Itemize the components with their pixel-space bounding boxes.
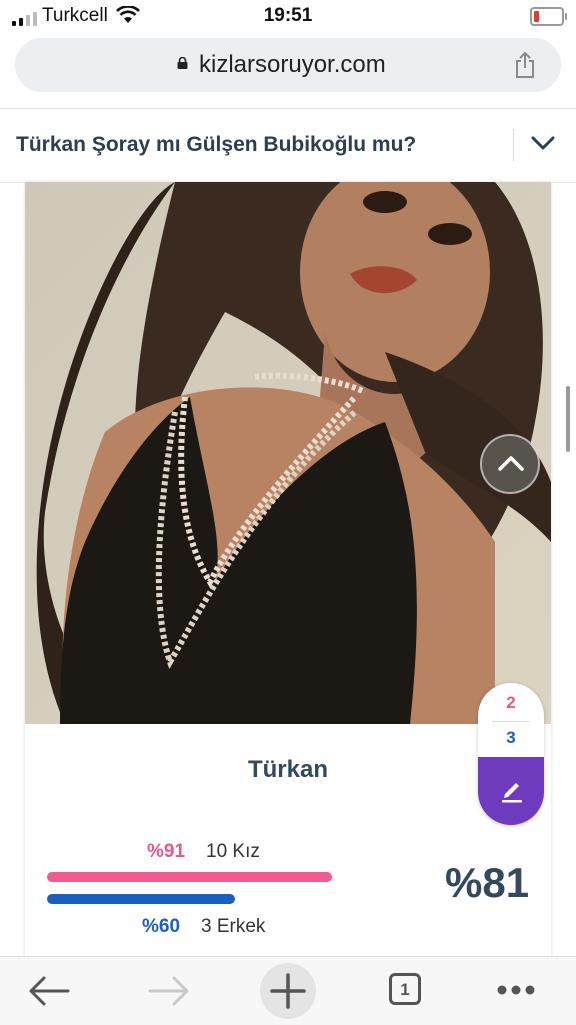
address-bar[interactable]: kizlarsoruyor.com [15, 38, 561, 92]
plus-icon [270, 973, 306, 1009]
female-count: 10 Kız [206, 841, 260, 862]
question-title[interactable]: Türkan Şoray mı Gülşen Bubikoğlu mu? [16, 133, 416, 157]
url-text[interactable]: kizlarsoruyor.com [199, 51, 386, 79]
question-header: Türkan Şoray mı Gülşen Bubikoğlu mu? [0, 108, 576, 183]
female-vote-bar [47, 872, 332, 882]
battery-icon [530, 7, 567, 26]
portrait-image [25, 182, 551, 724]
option-name: Türkan [247, 756, 328, 783]
male-count: 3 Erkek [201, 916, 266, 937]
scroll-top-button[interactable] [480, 434, 540, 494]
male-percent: %60 [142, 916, 181, 937]
scroll-indicator[interactable] [566, 386, 570, 452]
edit-icon [502, 783, 522, 803]
option-photo[interactable] [25, 182, 551, 724]
tab-count: 1 [400, 980, 410, 999]
chevron-down-icon[interactable] [531, 135, 555, 151]
back-arrow-icon[interactable] [28, 975, 70, 1007]
lock-icon [177, 57, 188, 69]
browser-toolbar: 1 [0, 956, 576, 1025]
divider [492, 721, 530, 722]
share-icon[interactable] [513, 51, 537, 79]
clock: 19:51 [263, 5, 313, 26]
chevron-up-icon [498, 456, 524, 471]
tabs-icon[interactable]: 1 [389, 973, 421, 1005]
answer-widget: 2 3 [478, 683, 544, 825]
write-answer-button[interactable] [478, 757, 544, 825]
divider [513, 129, 514, 161]
poll-option-card: Türkan %91 10 Kız %60 3 Erkek %81 [25, 182, 551, 962]
more-icon[interactable] [496, 984, 536, 996]
forward-arrow-icon[interactable] [148, 975, 190, 1007]
female-percent: %91 [147, 841, 186, 862]
new-tab-button[interactable] [260, 963, 316, 1019]
total-percent: %81 [445, 859, 530, 906]
female-answer-count[interactable]: 2 [478, 693, 544, 713]
male-answer-count[interactable]: 3 [478, 728, 544, 748]
status-bar: Turkcell 19:51 [0, 0, 576, 34]
male-vote-bar [47, 894, 235, 904]
